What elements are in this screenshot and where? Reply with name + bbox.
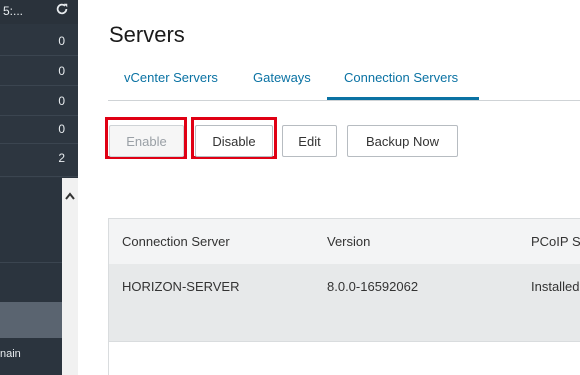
- sidebar-header: 5:...: [0, 0, 78, 24]
- disable-button[interactable]: Disable: [195, 125, 273, 157]
- divider: [0, 262, 62, 263]
- edit-button[interactable]: Edit: [282, 125, 337, 157]
- count-value: 0: [58, 64, 65, 78]
- tab-bar: vCenter Servers Gateways Connection Serv…: [109, 64, 580, 100]
- table-row[interactable]: HORIZON-SERVER 8.0.0-16592062 Installed: [109, 264, 580, 342]
- column-header-version[interactable]: Version: [327, 234, 370, 249]
- count-value: 2: [58, 151, 65, 165]
- scrollbar[interactable]: [62, 178, 78, 375]
- count-value: 0: [58, 94, 65, 108]
- sidebar-count-row[interactable]: 0: [0, 114, 78, 143]
- sidebar-selected-item[interactable]: [0, 302, 62, 338]
- tab-divider: [108, 100, 580, 101]
- connection-servers-table: Connection Server Version PCoIP Se HORIZ…: [108, 218, 580, 375]
- table-header: Connection Server Version PCoIP Se: [109, 218, 580, 265]
- column-header-pcoip[interactable]: PCoIP Se: [531, 234, 580, 249]
- cell-version: 8.0.0-16592062: [327, 279, 419, 294]
- enable-button[interactable]: Enable: [109, 125, 184, 157]
- page-title: Servers: [109, 22, 185, 47]
- sidebar-count-row[interactable]: 0: [0, 56, 78, 85]
- count-value: 0: [58, 122, 65, 136]
- sidebar-header-text: 5:...: [3, 4, 24, 18]
- sidebar-item-domain-label: nain: [0, 348, 21, 360]
- cell-pcoip-status: Installed: [531, 279, 580, 294]
- tab-vcenter-servers[interactable]: vCenter Servers: [124, 70, 218, 85]
- backup-now-button[interactable]: Backup Now: [347, 125, 458, 157]
- tab-gateways[interactable]: Gateways: [253, 70, 311, 85]
- refresh-icon[interactable]: [55, 2, 69, 16]
- sidebar-count-row[interactable]: 0: [0, 86, 78, 115]
- sidebar-count-row[interactable]: 2: [0, 143, 78, 172]
- chevron-up-icon[interactable]: [64, 191, 76, 201]
- count-value: 0: [58, 34, 65, 48]
- sidebar-count-row[interactable]: 0: [0, 26, 78, 55]
- sidebar-nav-panel: [0, 178, 62, 375]
- cell-server-name: HORIZON-SERVER: [122, 279, 240, 294]
- column-header-connection-server[interactable]: Connection Server: [122, 234, 230, 249]
- tab-connection-servers[interactable]: Connection Servers: [344, 70, 458, 85]
- divider: [0, 176, 78, 177]
- sidebar: 5:... 0 0 0 0 2 nain: [0, 0, 78, 375]
